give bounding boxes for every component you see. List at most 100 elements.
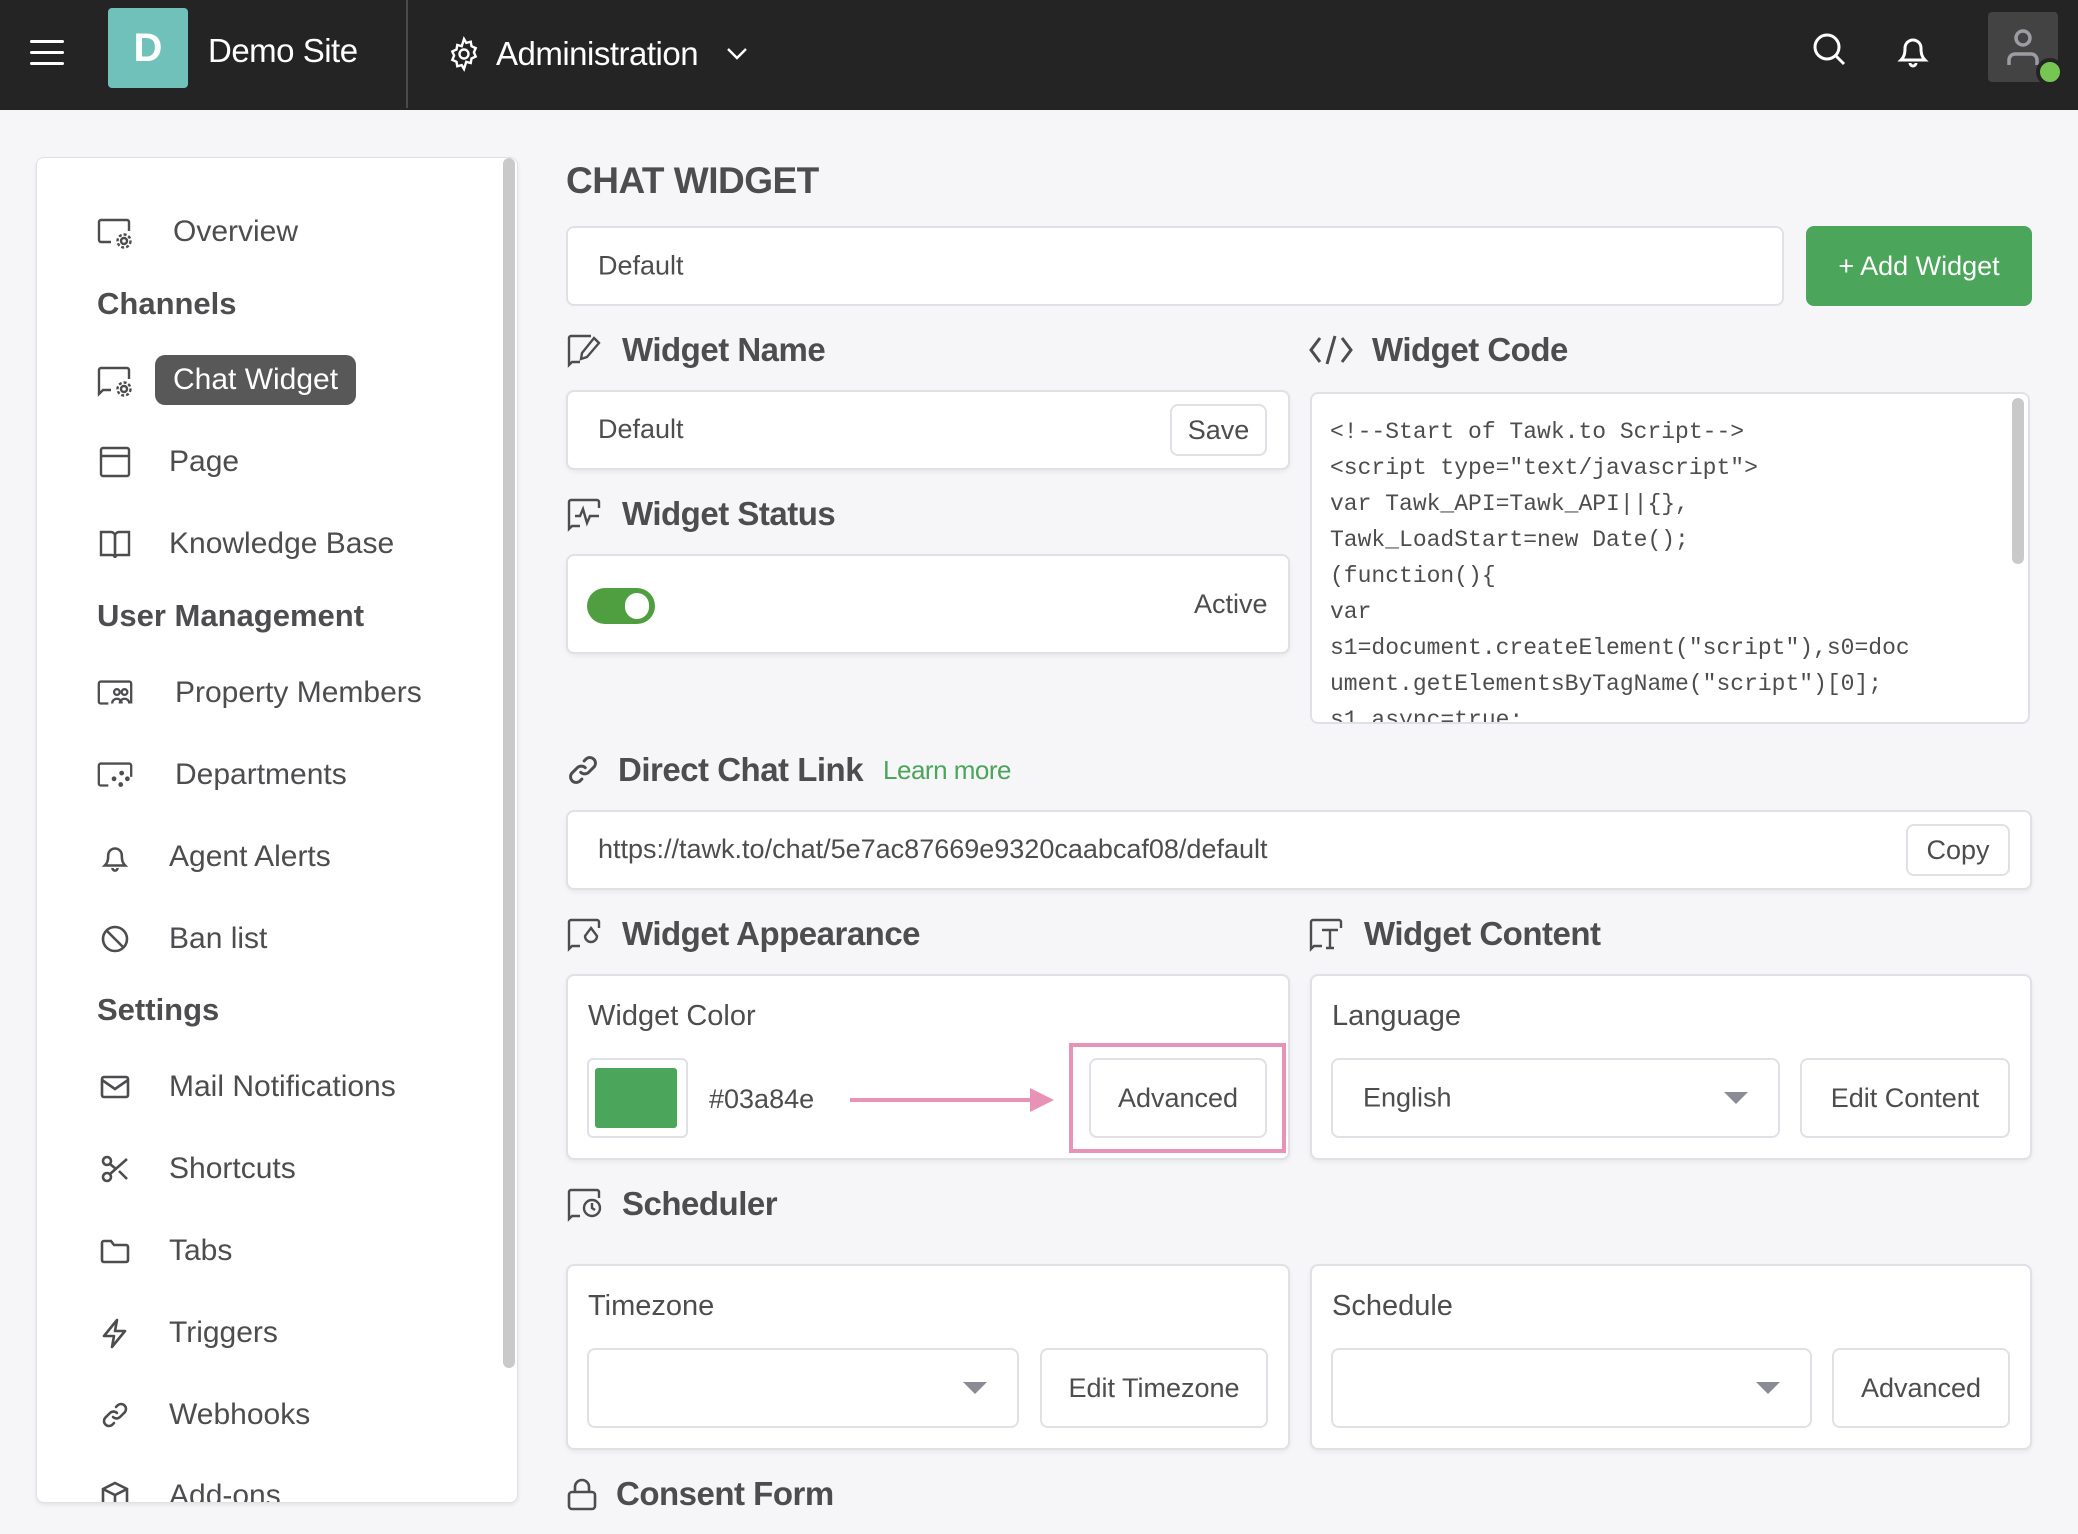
widget-name-heading: Widget Name <box>566 328 826 372</box>
sidebar-item-ban-list[interactable]: Ban list <box>95 911 267 967</box>
members-icon <box>95 673 135 713</box>
sidebar-item-tabs[interactable]: Tabs <box>95 1223 232 1279</box>
color-picker[interactable] <box>587 1058 688 1138</box>
sidebar-item-agent-alerts[interactable]: Agent Alerts <box>95 829 331 885</box>
sidebar-item-mail-notifications[interactable]: Mail Notifications <box>95 1059 396 1115</box>
notifications-button[interactable] <box>1893 30 1933 70</box>
mail-icon <box>95 1067 135 1107</box>
save-button[interactable]: Save <box>1170 404 1267 456</box>
sidebar-item-label: Mail Notifications <box>169 1070 396 1103</box>
chat-text-icon <box>1309 918 1343 952</box>
language-select[interactable]: English <box>1331 1058 1780 1138</box>
sidebar-item-label: Webhooks <box>169 1398 311 1431</box>
timezone-label: Timezone <box>588 1290 715 1322</box>
widget-appearance-heading: Widget Appearance <box>566 912 921 956</box>
sidebar-item-property-members[interactable]: Property Members <box>95 665 422 721</box>
direct-chat-link-field[interactable]: https://tawk.to/chat/5e7ac87669e9320caab… <box>566 810 2032 890</box>
sidebar-item-shortcuts[interactable]: Shortcuts <box>95 1141 296 1197</box>
consent-form-heading: Consent Form <box>566 1472 834 1516</box>
color-swatch <box>595 1068 677 1128</box>
book-icon <box>95 524 135 564</box>
sidebar-item-page[interactable]: Page <box>95 434 239 490</box>
widget-status-toggle[interactable] <box>587 588 655 624</box>
sidebar-item-overview[interactable]: Overview <box>95 204 298 260</box>
chat-drop-icon <box>567 918 601 952</box>
top-bar: D Demo Site Administration <box>0 0 2078 110</box>
dropdown-caret-icon <box>1724 1092 1748 1104</box>
link-icon <box>569 756 597 784</box>
dropdown-caret-icon <box>1756 1382 1780 1394</box>
toggle-knob <box>625 593 649 619</box>
link-icon <box>95 1395 135 1435</box>
overview-settings-icon <box>95 212 135 252</box>
hamburger-icon <box>30 40 64 43</box>
sidebar-item-webhooks[interactable]: Webhooks <box>95 1387 310 1443</box>
schedule-advanced-button[interactable]: Advanced <box>1832 1348 2010 1428</box>
widget-color-label: Widget Color <box>588 1000 756 1032</box>
language-value: English <box>1363 1082 1452 1113</box>
scissors-icon <box>95 1149 135 1189</box>
chat-widget-settings-icon <box>95 360 135 400</box>
widget-selector-value: Default <box>598 250 684 281</box>
administration-label: Administration <box>496 35 699 72</box>
code-icon <box>1309 335 1353 365</box>
language-label: Language <box>1332 1000 1462 1032</box>
schedule-select[interactable] <box>1331 1348 1812 1428</box>
search-button[interactable] <box>1810 30 1850 70</box>
hamburger-menu-button[interactable] <box>30 40 64 66</box>
widget-status-heading: Widget Status <box>566 492 836 536</box>
sidebar-item-label: Agent Alerts <box>169 840 331 873</box>
sidebar-item-addons[interactable]: Add-ons <box>95 1468 281 1503</box>
chevron-down-icon <box>727 48 747 60</box>
sidebar-item-label: Page <box>169 445 240 478</box>
search-icon <box>1813 33 1846 66</box>
sidebar-item-label: Add-ons <box>169 1479 281 1503</box>
bell-icon <box>1897 38 1929 68</box>
administration-menu[interactable]: Administration <box>446 30 762 78</box>
copy-button[interactable]: Copy <box>1906 824 2010 876</box>
departments-icon <box>95 755 135 795</box>
chat-edit-icon <box>567 334 601 368</box>
sidebar-item-triggers[interactable]: Triggers <box>95 1305 278 1361</box>
site-name[interactable]: Demo Site <box>208 32 358 70</box>
page-title: CHAT WIDGET <box>566 160 819 201</box>
sidebar-item-label: Overview <box>173 215 299 248</box>
widget-status-card <box>566 554 1290 654</box>
gear-icon <box>450 36 478 72</box>
edit-content-button[interactable]: Edit Content <box>1800 1058 2010 1138</box>
scheduler-heading: Scheduler <box>566 1182 778 1226</box>
sidebar-item-knowledge-base[interactable]: Knowledge Base <box>95 516 394 572</box>
code-scrollbar[interactable] <box>2012 398 2024 564</box>
sidebar-heading-channels: Channels <box>97 286 237 321</box>
sidebar-item-chat-widget[interactable]: Chat Widget <box>95 352 357 408</box>
add-widget-button[interactable]: + Add Widget <box>1806 226 2032 306</box>
sidebar-scrollbar[interactable] <box>503 158 515 1368</box>
widget-selector[interactable]: Default <box>566 226 1784 306</box>
lightning-icon <box>95 1313 135 1353</box>
site-logo[interactable]: D <box>108 8 188 88</box>
timezone-select[interactable] <box>587 1348 1019 1428</box>
widget-code-box[interactable]: <!--Start of Tawk.to Script--> <script t… <box>1310 392 2030 724</box>
learn-more-link[interactable]: Learn more <box>883 755 1011 786</box>
direct-chat-link-heading: Direct Chat Link Learn more <box>566 748 1012 792</box>
sidebar-item-label: Chat Widget <box>155 355 357 405</box>
sidebar-heading-settings: Settings <box>97 992 220 1027</box>
ban-icon <box>95 919 135 959</box>
sidebar-item-label: Knowledge Base <box>169 527 395 560</box>
sidebar-item-label: Ban list <box>169 922 268 955</box>
online-status-indicator <box>2036 58 2064 86</box>
appearance-advanced-button[interactable]: Advanced <box>1089 1058 1267 1138</box>
chat-activity-icon <box>567 498 601 532</box>
sidebar-item-departments[interactable]: Departments <box>95 747 347 803</box>
widget-name-value: Default <box>598 414 684 444</box>
edit-timezone-button[interactable]: Edit Timezone <box>1040 1348 1268 1428</box>
sidebar-item-label: Triggers <box>169 1316 278 1349</box>
widget-status-label: Active <box>1194 589 1268 619</box>
widget-code-text: <!--Start of Tawk.to Script--> <script t… <box>1330 419 1910 724</box>
lock-icon <box>567 1478 597 1511</box>
widget-content-heading: Widget Content <box>1308 912 1601 956</box>
divider <box>406 0 408 108</box>
dropdown-caret-icon <box>963 1382 987 1394</box>
widget-color-value: #03a84e <box>709 1084 815 1114</box>
arrow-annotation-icon <box>850 1088 1054 1112</box>
